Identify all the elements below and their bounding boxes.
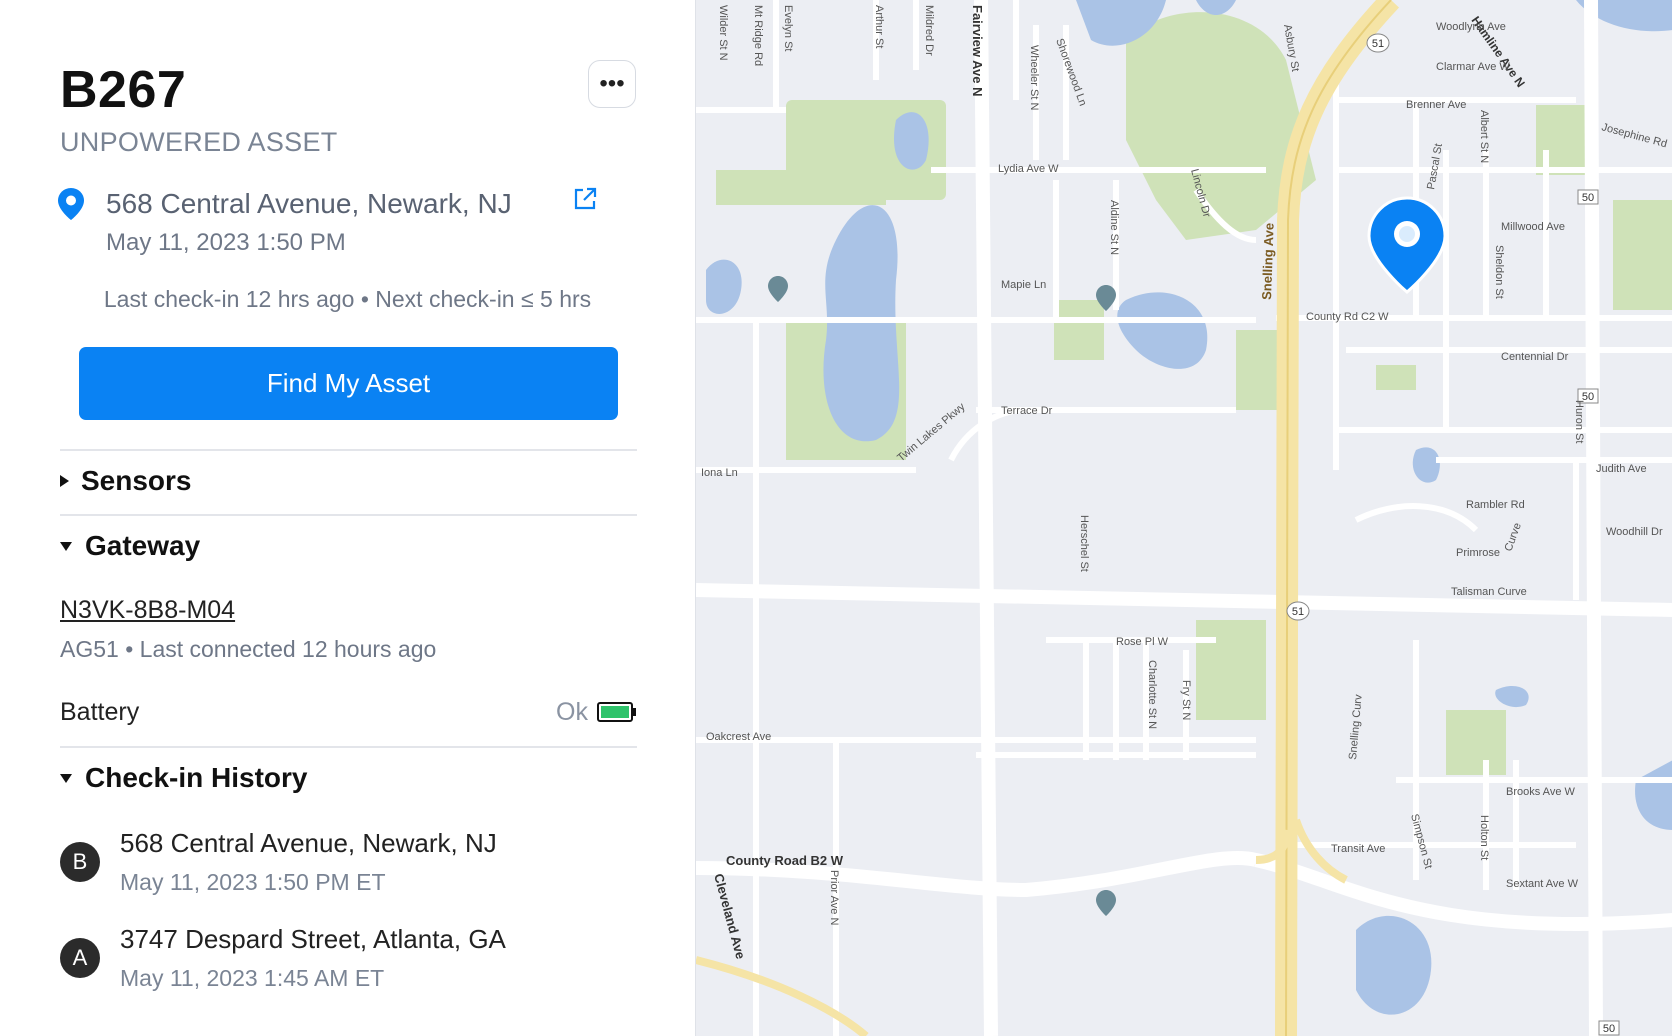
sensors-heading: Sensors bbox=[81, 465, 192, 496]
location-timestamp: May 11, 2023 1:50 PM bbox=[106, 229, 346, 256]
route-shield: 51 bbox=[1286, 601, 1310, 621]
asset-title: B267 bbox=[60, 61, 187, 119]
current-location: 568 Central Avenue, Newark, NJ bbox=[106, 188, 512, 219]
street-label: Prior Ave N bbox=[828, 870, 840, 925]
history-time: May 11, 2023 1:50 PM ET bbox=[120, 869, 386, 895]
street-label: Lydia Ave W bbox=[998, 163, 1059, 175]
street-label: Wilder St N bbox=[717, 5, 729, 61]
route-shield-label: 50 bbox=[1582, 192, 1594, 204]
street-label: Albert St N bbox=[1478, 110, 1490, 163]
map-canvas[interactable]: 51 50 51 50 50 Wilder St N Mt Ridge Rd E… bbox=[696, 0, 1672, 1036]
more-options-button[interactable]: ••• bbox=[588, 60, 636, 108]
street-label: Woodhill Dr bbox=[1606, 526, 1663, 538]
street-label: Brooks Ave W bbox=[1506, 786, 1575, 798]
street-label: Oakcrest Ave bbox=[706, 731, 771, 743]
battery-label: Battery bbox=[60, 698, 140, 726]
street-label: Herschel St bbox=[1078, 515, 1090, 572]
street-label: Rambler Rd bbox=[1466, 499, 1525, 511]
divider bbox=[60, 449, 637, 451]
route-shield-label: 51 bbox=[1372, 38, 1384, 50]
route-shield-label: 51 bbox=[1292, 606, 1304, 618]
street-label: Huron St bbox=[1573, 400, 1585, 443]
map-view[interactable]: 51 50 51 50 50 Wilder St N Mt Ridge Rd E… bbox=[695, 0, 1672, 1036]
caret-down-icon bbox=[60, 541, 72, 551]
battery-icon bbox=[597, 702, 637, 727]
street-label: Sheldon St bbox=[1493, 245, 1505, 299]
location-pin-icon bbox=[58, 188, 84, 225]
gateway-id-link[interactable]: N3VK-8B8-M04 bbox=[60, 596, 235, 625]
street-label: Transit Ave bbox=[1331, 843, 1385, 855]
poi-icon[interactable] bbox=[1096, 890, 1116, 916]
street-label: Cleveland Ave bbox=[711, 872, 748, 961]
street-label: Judith Ave bbox=[1596, 463, 1647, 475]
street-label: Woodlynn Ave bbox=[1436, 21, 1506, 33]
street-label: Aldine St N bbox=[1108, 200, 1120, 255]
route-shield-label: 50 bbox=[1603, 1023, 1615, 1035]
street-label: Charlotte St N bbox=[1146, 660, 1158, 729]
street-label: County Rd C2 W bbox=[1306, 311, 1389, 323]
street-label: Mapie Ln bbox=[1001, 279, 1046, 291]
history-badge: A bbox=[60, 938, 100, 978]
history-section-toggle[interactable]: Check-in History bbox=[60, 762, 308, 794]
history-address: 3747 Despard Street, Atlanta, GA bbox=[120, 924, 506, 954]
route-shield: 50 bbox=[1577, 189, 1599, 205]
more-icon: ••• bbox=[599, 70, 625, 97]
street-label: Wheeler St N bbox=[1028, 45, 1040, 110]
street-label: Talisman Curve bbox=[1451, 586, 1527, 598]
street-label: Shorewood Ln bbox=[1053, 37, 1089, 108]
street-label: Arthur St bbox=[873, 5, 885, 48]
street-label: Holton St bbox=[1478, 815, 1490, 860]
asset-detail-panel: B267 UNPOWERED ASSET ••• 568 Central Ave… bbox=[0, 0, 695, 1036]
street-label: Josephine Rd bbox=[1600, 121, 1668, 150]
route-shield: 50 bbox=[1598, 1020, 1620, 1036]
street-label: Rose Pl W bbox=[1116, 636, 1169, 648]
asset-location-marker-icon[interactable] bbox=[1367, 196, 1447, 294]
street-label: Terrace Dr bbox=[1001, 405, 1053, 417]
street-label: Millwood Ave bbox=[1501, 221, 1565, 233]
street-label: Clarmar Ave W bbox=[1436, 61, 1510, 73]
street-label: Pascal St bbox=[1425, 143, 1445, 191]
street-label: Snelling Curv bbox=[1347, 694, 1365, 761]
caret-right-icon bbox=[60, 475, 69, 487]
caret-down-icon bbox=[60, 773, 72, 783]
street-label: Snelling Ave bbox=[1259, 223, 1277, 301]
sensors-section-toggle[interactable]: Sensors bbox=[60, 465, 192, 497]
poi-icon[interactable] bbox=[768, 276, 788, 302]
street-label: Primrose bbox=[1456, 547, 1500, 559]
history-time: May 11, 2023 1:45 AM ET bbox=[120, 965, 385, 991]
asset-type-label: UNPOWERED ASSET bbox=[60, 127, 338, 157]
street-label: Evelyn St bbox=[782, 5, 794, 51]
street-label: Fairview Ave N bbox=[970, 5, 985, 97]
street-label: Iona Ln bbox=[701, 467, 738, 479]
checkin-info: Last check-in 12 hrs ago • Next check-in… bbox=[103, 286, 592, 312]
street-label: Mt Ridge Rd bbox=[752, 5, 764, 66]
divider bbox=[60, 514, 637, 516]
street-label: Brenner Ave bbox=[1406, 99, 1466, 111]
history-heading: Check-in History bbox=[85, 762, 308, 793]
street-label: Simpson St bbox=[1408, 813, 1434, 870]
divider bbox=[60, 746, 637, 748]
street-label: Centennial Dr bbox=[1501, 351, 1569, 363]
route-shield: 51 bbox=[1366, 33, 1390, 53]
history-address: 568 Central Avenue, Newark, NJ bbox=[120, 828, 497, 858]
street-label: Fry St N bbox=[1180, 680, 1192, 720]
find-my-asset-button[interactable]: Find My Asset bbox=[79, 347, 618, 420]
street-label: Mildred Dr bbox=[923, 5, 935, 56]
street-label: Sextant Ave W bbox=[1506, 878, 1579, 890]
external-link-icon[interactable] bbox=[572, 186, 598, 217]
gateway-heading: Gateway bbox=[85, 530, 201, 561]
history-badge: B bbox=[60, 842, 100, 882]
street-label: Curve bbox=[1503, 521, 1524, 553]
battery-status: Ok bbox=[556, 698, 588, 726]
gateway-section-toggle[interactable]: Gateway bbox=[60, 530, 200, 562]
street-label: County Road B2 W bbox=[726, 853, 844, 868]
gateway-status: AG51 • Last connected 12 hours ago bbox=[60, 636, 437, 662]
